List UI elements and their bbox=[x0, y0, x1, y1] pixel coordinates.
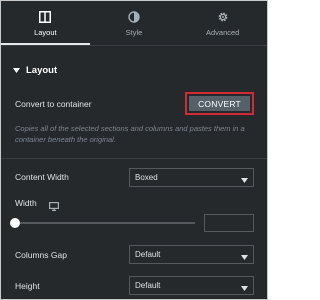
editor-panel: Layout Style Advanced Layout Convert to … bbox=[0, 0, 268, 300]
tab-label: Style bbox=[125, 28, 143, 37]
height-select[interactable]: Default bbox=[129, 276, 254, 295]
chevron-down-icon bbox=[241, 284, 248, 293]
content-width-select[interactable]: Boxed bbox=[129, 168, 254, 187]
tab-layout[interactable]: Layout bbox=[1, 1, 90, 45]
panel-tabs: Layout Style Advanced bbox=[1, 1, 267, 45]
section-title: Layout bbox=[26, 65, 58, 76]
convert-highlight: CONVERT bbox=[185, 92, 254, 115]
convert-description: Copies all of the selected sections and … bbox=[15, 124, 245, 144]
height-value: Default bbox=[135, 281, 161, 290]
style-half-circle-icon bbox=[128, 10, 140, 24]
columns-gap-label: Columns Gap bbox=[15, 250, 67, 260]
convert-button[interactable]: CONVERT bbox=[189, 96, 250, 111]
tabs-divider bbox=[1, 45, 267, 46]
gear-icon bbox=[217, 10, 229, 24]
columns-gap-value: Default bbox=[135, 250, 161, 259]
chevron-down-icon bbox=[241, 253, 248, 262]
width-slider-track[interactable] bbox=[15, 222, 195, 224]
caret-down-icon bbox=[13, 65, 20, 76]
convert-label: Convert to container bbox=[15, 99, 92, 109]
tab-style[interactable]: Style bbox=[90, 1, 179, 45]
content-width-value: Boxed bbox=[135, 173, 158, 182]
layout-icon bbox=[39, 10, 52, 24]
tab-label: Layout bbox=[34, 28, 57, 37]
width-label: Width bbox=[15, 198, 37, 208]
content-width-label: Content Width bbox=[15, 172, 69, 182]
section-divider bbox=[1, 158, 267, 159]
chevron-down-icon bbox=[241, 176, 248, 185]
height-label: Height bbox=[15, 281, 40, 291]
columns-gap-select[interactable]: Default bbox=[129, 245, 254, 264]
width-input[interactable] bbox=[204, 214, 254, 232]
desktop-monitor-icon[interactable] bbox=[49, 198, 60, 216]
section-header-layout[interactable]: Layout bbox=[13, 65, 57, 76]
tab-label: Advanced bbox=[206, 28, 240, 37]
width-slider-handle[interactable] bbox=[10, 218, 20, 228]
tab-advanced[interactable]: Advanced bbox=[178, 1, 267, 45]
